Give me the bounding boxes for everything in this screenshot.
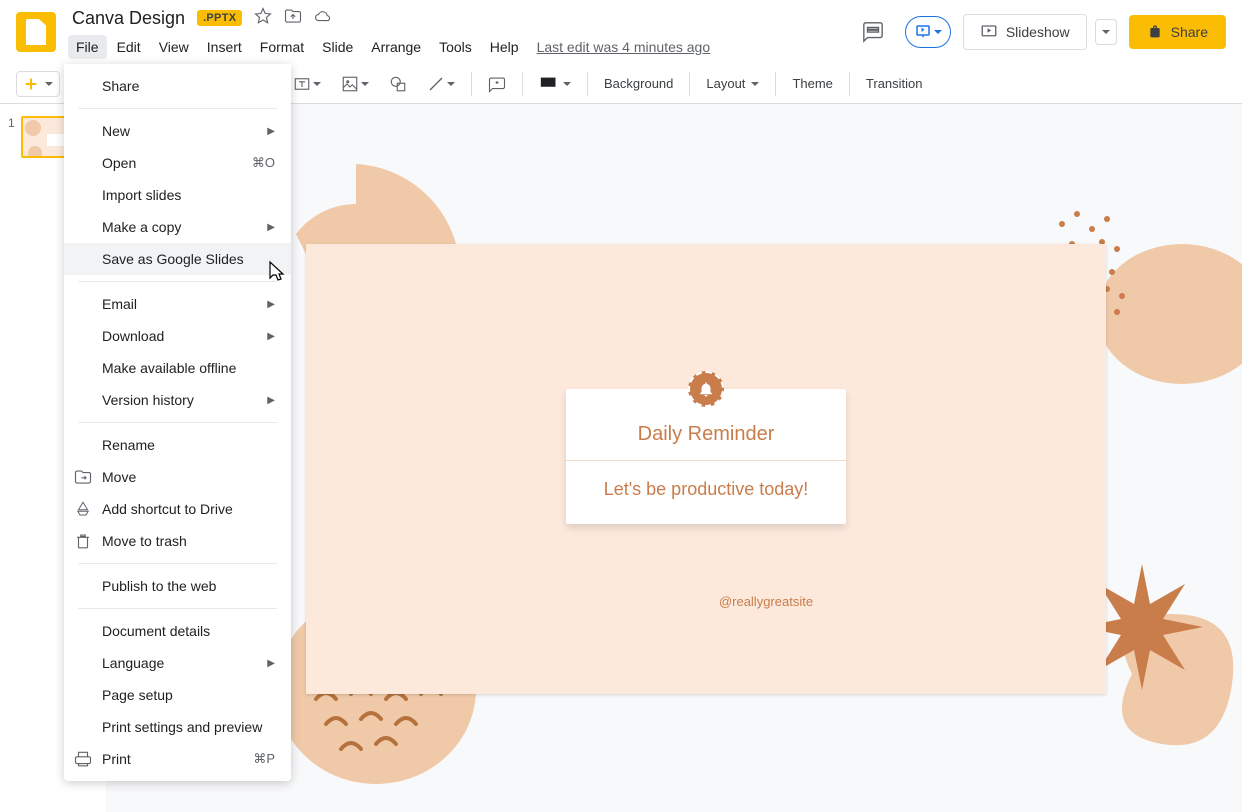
- star-icon[interactable]: [254, 7, 272, 30]
- app-header: Canva Design .PPTX File Edit View Insert…: [0, 0, 1242, 64]
- menu-slide[interactable]: Slide: [314, 35, 361, 59]
- menu-format[interactable]: Format: [252, 35, 312, 59]
- slide[interactable]: Daily Reminder Let's be productive today…: [306, 244, 1106, 694]
- transition-button[interactable]: Transition: [858, 70, 931, 97]
- shape-tool-icon[interactable]: [381, 69, 415, 99]
- comment-tool-icon[interactable]: [480, 69, 514, 99]
- reminder-title: Daily Reminder: [566, 415, 846, 460]
- slideshow-label: Slideshow: [1006, 24, 1070, 40]
- menu-add-shortcut[interactable]: Add shortcut to Drive: [64, 493, 291, 525]
- menu-version-history[interactable]: Version history▶: [64, 384, 291, 416]
- bell-icon: [688, 371, 724, 407]
- menu-publish[interactable]: Publish to the web: [64, 570, 291, 602]
- reminder-body: Let's be productive today!: [566, 461, 846, 524]
- background-button[interactable]: Background: [596, 70, 681, 97]
- file-format-badge: .PPTX: [197, 10, 242, 26]
- menu-view[interactable]: View: [151, 35, 197, 59]
- menu-share[interactable]: Share: [64, 70, 291, 102]
- theme-button[interactable]: Theme: [784, 70, 840, 97]
- menu-edit[interactable]: Edit: [109, 35, 149, 59]
- menu-file[interactable]: File: [68, 35, 107, 59]
- share-button[interactable]: Share: [1129, 15, 1226, 49]
- menu-new[interactable]: New▶: [64, 115, 291, 147]
- file-menu-dropdown: Share New▶ Open⌘O Import slides Make a c…: [64, 64, 291, 781]
- menu-make-copy[interactable]: Make a copy▶: [64, 211, 291, 243]
- layout-button[interactable]: Layout: [698, 70, 767, 97]
- menu-email[interactable]: Email▶: [64, 288, 291, 320]
- menu-print[interactable]: Print⌘P: [64, 743, 291, 775]
- title-area: Canva Design .PPTX File Edit View Insert…: [68, 6, 841, 59]
- slideshow-options-button[interactable]: [1095, 19, 1117, 45]
- present-button[interactable]: [905, 16, 951, 48]
- menu-insert[interactable]: Insert: [199, 35, 250, 59]
- menu-details[interactable]: Document details: [64, 615, 291, 647]
- fill-color-tool-icon[interactable]: [531, 69, 579, 99]
- slideshow-button[interactable]: Slideshow: [963, 14, 1087, 50]
- slide-number: 1: [8, 116, 15, 158]
- last-edit-link[interactable]: Last edit was 4 minutes ago: [537, 39, 711, 55]
- new-slide-button[interactable]: [16, 71, 60, 97]
- trash-icon: [74, 532, 92, 550]
- comments-icon[interactable]: [853, 12, 893, 52]
- image-tool-icon[interactable]: [333, 69, 377, 99]
- menu-move[interactable]: Move: [64, 461, 291, 493]
- menu-download[interactable]: Download▶: [64, 320, 291, 352]
- menu-help[interactable]: Help: [482, 35, 527, 59]
- cloud-status-icon[interactable]: [314, 7, 332, 30]
- menu-import-slides[interactable]: Import slides: [64, 179, 291, 211]
- menu-offline[interactable]: Make available offline: [64, 352, 291, 384]
- menu-page-setup[interactable]: Page setup: [64, 679, 291, 711]
- share-label: Share: [1171, 24, 1208, 40]
- print-icon: [74, 750, 92, 768]
- menubar: File Edit View Insert Format Slide Arran…: [68, 35, 841, 59]
- menu-tools[interactable]: Tools: [431, 35, 480, 59]
- drive-shortcut-icon: [74, 500, 92, 518]
- textbox-tool-icon[interactable]: [285, 69, 329, 99]
- menu-arrange[interactable]: Arrange: [363, 35, 429, 59]
- menu-open[interactable]: Open⌘O: [64, 147, 291, 179]
- menu-language[interactable]: Language▶: [64, 647, 291, 679]
- menu-print-settings[interactable]: Print settings and preview: [64, 711, 291, 743]
- doc-title[interactable]: Canva Design: [68, 6, 189, 31]
- handle-text: @reallygreatsite: [706, 594, 826, 609]
- move-folder-icon[interactable]: [284, 7, 302, 30]
- line-tool-icon[interactable]: [419, 69, 463, 99]
- move-icon: [74, 468, 92, 486]
- slides-logo-icon: [16, 12, 56, 52]
- menu-trash[interactable]: Move to trash: [64, 525, 291, 557]
- menu-rename[interactable]: Rename: [64, 429, 291, 461]
- reminder-card: Daily Reminder Let's be productive today…: [566, 389, 846, 524]
- menu-save-as-google-slides[interactable]: Save as Google Slides: [64, 243, 291, 275]
